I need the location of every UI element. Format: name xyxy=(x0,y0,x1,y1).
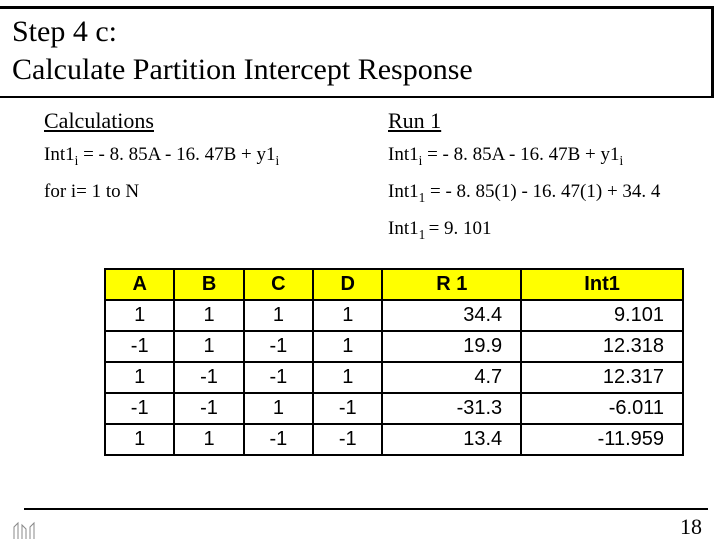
table-cell: 13.4 xyxy=(382,424,521,455)
col-header-r1: R 1 xyxy=(382,269,521,300)
table-cell: 1 xyxy=(313,362,382,393)
table-cell: -1 xyxy=(174,362,243,393)
eq-sub: 1 xyxy=(419,226,429,241)
table-cell: 1 xyxy=(313,331,382,362)
data-table-wrap: A B C D R 1 Int1 111134.49.101-11-1119.9… xyxy=(104,268,684,456)
col-header-int1: Int1 xyxy=(521,269,683,300)
col-header-c: C xyxy=(244,269,313,300)
table-cell: 4.7 xyxy=(382,362,521,393)
table-cell: 1 xyxy=(105,424,174,455)
run1-heading: Run 1 xyxy=(388,108,696,134)
col-header-d: D xyxy=(313,269,382,300)
university-logo xyxy=(10,521,40,542)
table-cell: 12.317 xyxy=(521,362,683,393)
table-cell: -11.959 xyxy=(521,424,683,455)
eq-sub: i xyxy=(276,153,280,168)
eq-text: Int1 xyxy=(44,144,75,165)
eq-sub: i xyxy=(620,153,624,168)
table-cell: -1 xyxy=(244,424,313,455)
table-cell: -1 xyxy=(244,331,313,362)
data-table: A B C D R 1 Int1 111134.49.101-11-1119.9… xyxy=(104,268,684,456)
table-cell: 19.9 xyxy=(382,331,521,362)
run1-equation-general: Int1i = - 8. 85A - 16. 47B + y1i xyxy=(388,144,696,169)
calc-equation-general: Int1i = - 8. 85A - 16. 47B + y1i xyxy=(44,144,352,169)
eq-text: = - 8. 85(1) - 16. 47(1) + 34. 4 xyxy=(425,181,660,202)
table-row: -1-11-1-31.3-6.011 xyxy=(105,393,683,424)
eq-text: Int1 xyxy=(388,218,419,239)
col-header-a: A xyxy=(105,269,174,300)
table-row: 1-1-114.712.317 xyxy=(105,362,683,393)
table-cell: 1 xyxy=(174,424,243,455)
table-cell: -1 xyxy=(313,424,382,455)
table-cell: 12.318 xyxy=(521,331,683,362)
table-cell: -31.3 xyxy=(382,393,521,424)
run1-equation-result: Int11 = 9. 101 xyxy=(388,218,696,243)
table-cell: 1 xyxy=(244,300,313,331)
table-cell: -1 xyxy=(244,362,313,393)
table-body: 111134.49.101-11-1119.912.3181-1-114.712… xyxy=(105,300,683,455)
eq-text: = - 8. 85A - 16. 47B + y1 xyxy=(422,144,619,165)
table-cell: 1 xyxy=(313,300,382,331)
eq-text: = 9. 101 xyxy=(429,218,492,239)
table-cell: 1 xyxy=(174,300,243,331)
footer-rule xyxy=(24,508,708,510)
table-cell: 1 xyxy=(105,362,174,393)
logo-icon xyxy=(10,521,40,541)
table-cell: 9.101 xyxy=(521,300,683,331)
eq-text: Int1 xyxy=(388,181,419,202)
table-cell: 1 xyxy=(174,331,243,362)
slide-title: Step 4 c: Calculate Partition Intercept … xyxy=(12,13,711,88)
calc-loop: for i= 1 to N xyxy=(44,181,352,203)
run1-equation-substituted: Int11 = - 8. 85(1) - 16. 47(1) + 34. 4 xyxy=(388,181,696,206)
table-cell: -1 xyxy=(105,331,174,362)
table-cell: 34.4 xyxy=(382,300,521,331)
table-cell: -1 xyxy=(174,393,243,424)
table-cell: -1 xyxy=(105,393,174,424)
title-line2: Calculate Partition Intercept Response xyxy=(12,53,473,86)
calculations-heading: Calculations xyxy=(44,108,352,134)
eq-text: = - 8. 85A - 16. 47B + y1 xyxy=(78,144,275,165)
table-cell: -1 xyxy=(313,393,382,424)
table-row: -11-1119.912.318 xyxy=(105,331,683,362)
table-row: 111134.49.101 xyxy=(105,300,683,331)
content-area: Calculations Int1 i = - 8. 85A - 16. 47B … xyxy=(0,98,720,456)
title-line1: Step 4 c: xyxy=(12,15,117,48)
table-row: 11-1-113.4-11.959 xyxy=(105,424,683,455)
title-block: Step 4 c: Calculate Partition Intercept … xyxy=(0,6,714,96)
table-cell: 1 xyxy=(244,393,313,424)
page-number: 18 xyxy=(680,514,702,540)
eq-text: Int1 xyxy=(388,144,419,165)
table-header-row: A B C D R 1 Int1 xyxy=(105,269,683,300)
table-cell: -6.011 xyxy=(521,393,683,424)
col-header-b: B xyxy=(174,269,243,300)
run1-column: Run 1 Int1i = - 8. 85A - 16. 47B + y1i I… xyxy=(388,108,696,254)
calculations-column: Calculations Int1 i = - 8. 85A - 16. 47B … xyxy=(44,108,352,254)
table-cell: 1 xyxy=(105,300,174,331)
